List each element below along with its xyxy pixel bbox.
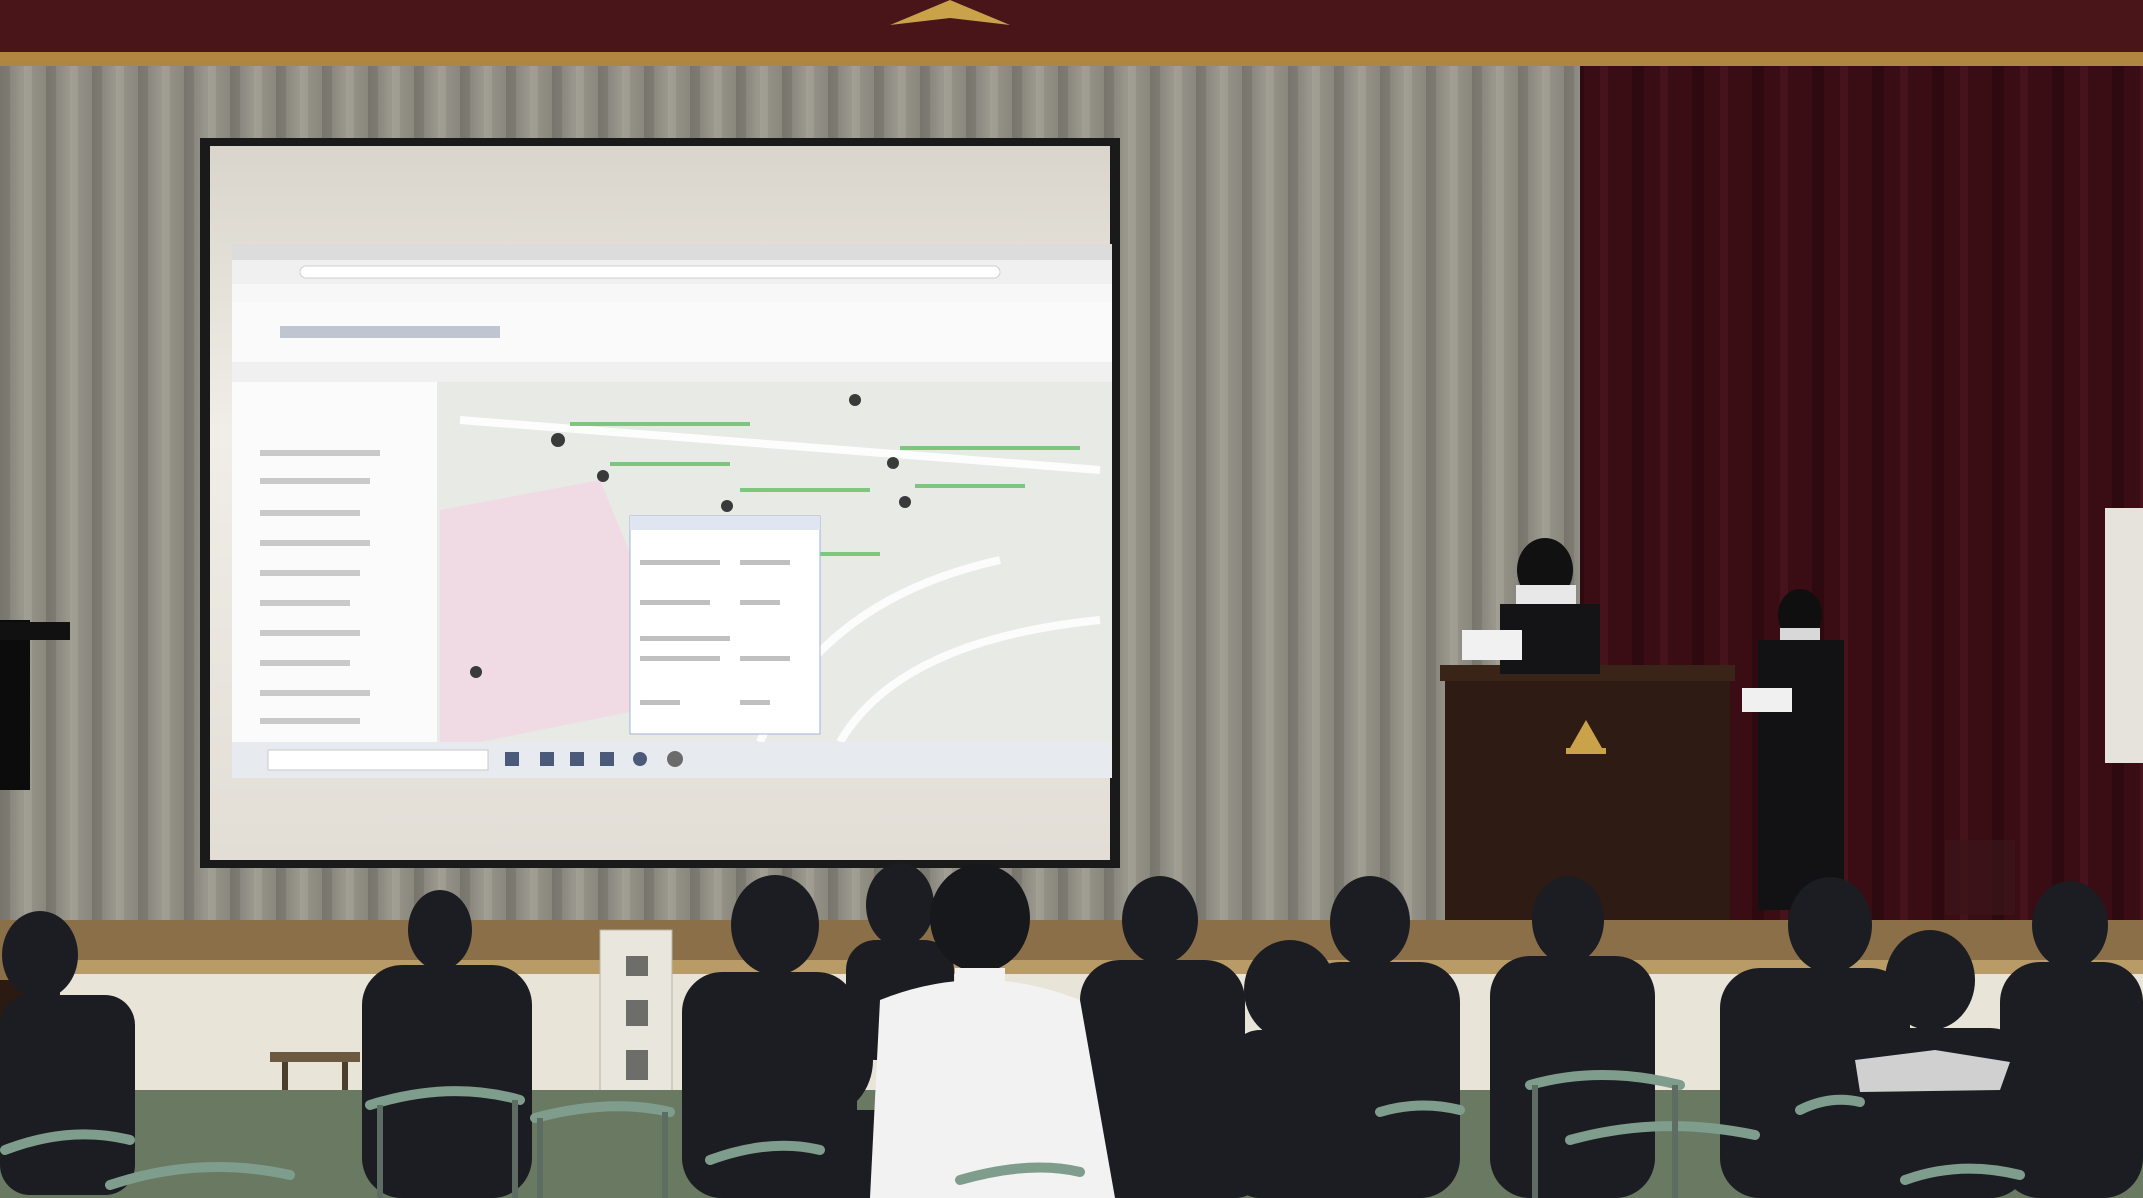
podium [1440,665,1735,920]
camera-left [0,620,30,790]
auditorium-photo [0,0,2143,1198]
flip-chart [2105,508,2143,763]
valance-trim [0,52,2143,66]
projected-browser [232,244,1112,778]
